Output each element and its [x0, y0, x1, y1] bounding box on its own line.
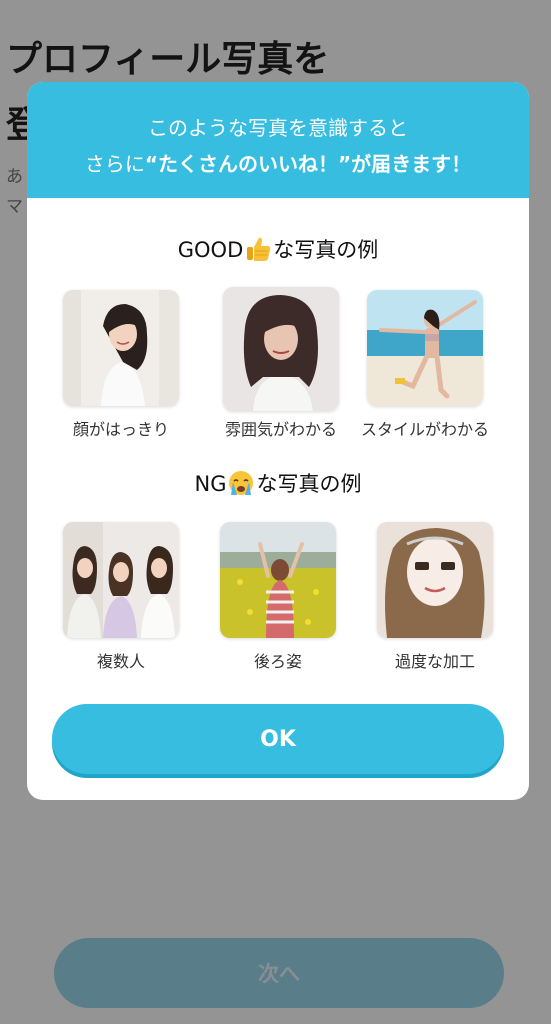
modal-header-line2: さらに“たくさんのいいね！”が届きます！: [27, 148, 529, 177]
ng-photo-filtered: [377, 522, 493, 638]
good-photo-face: [63, 290, 179, 406]
thumbs-up-icon: [244, 235, 272, 268]
good-photo-mood: [223, 287, 339, 411]
good-caption-2: 雰囲気がわかる: [224, 420, 337, 439]
crying-face-icon: [227, 469, 255, 502]
good-caption-3: スタイルがわかる: [360, 420, 489, 439]
good-suffix: な写真の例: [273, 238, 379, 262]
header-bold: “たくさんのいいね！”が届きます！: [144, 152, 472, 176]
good-section-title: GOOD な写真の例: [27, 234, 529, 268]
ng-label: NG: [194, 472, 227, 496]
good-photo-style: [367, 290, 483, 406]
ng-suffix: な写真の例: [256, 472, 362, 496]
good-caption-1: 顔がはっきり: [72, 420, 169, 439]
ok-button[interactable]: OK: [52, 704, 504, 774]
ng-photo-back: [220, 522, 336, 638]
header-prefix: さらに: [84, 152, 145, 176]
ng-caption-3: 過度な加工: [394, 652, 475, 671]
ng-caption-2: 後ろ姿: [253, 652, 302, 671]
ng-caption-1: 複数人: [96, 652, 145, 671]
ng-photo-group: [63, 522, 179, 638]
good-label: GOOD: [177, 238, 244, 262]
ng-section-title: NG な写真の例: [27, 468, 529, 502]
photo-tips-modal: このような写真を意識すると さらに“たくさんのいいね！”が届きます！ GOOD …: [27, 82, 529, 800]
modal-header: このような写真を意識すると さらに“たくさんのいいね！”が届きます！: [27, 82, 529, 198]
modal-header-line1: このような写真を意識すると: [148, 116, 408, 140]
